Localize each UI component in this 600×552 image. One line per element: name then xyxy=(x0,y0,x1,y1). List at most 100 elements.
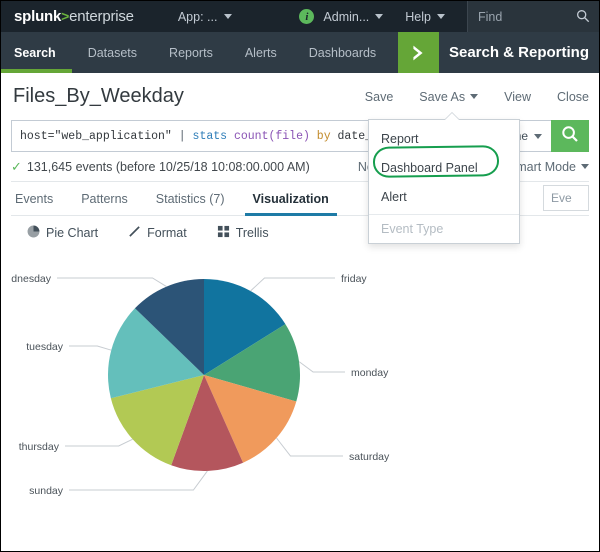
format-button[interactable]: Format xyxy=(128,225,187,241)
splunk-search-window: splunk>enterprise App: ... i Admin... He… xyxy=(0,0,600,552)
leader-line-thursday xyxy=(65,438,133,447)
app-selector-label: App: ... xyxy=(177,9,218,24)
chart-type-label: Pie Chart xyxy=(46,226,99,240)
chevron-down-icon xyxy=(375,14,384,19)
run-search-button[interactable] xyxy=(551,120,589,152)
query-token-source: host="web_application" xyxy=(20,129,172,143)
format-label: Format xyxy=(147,226,187,240)
query-token-function: count(file) xyxy=(233,129,310,143)
leader-line-friday xyxy=(250,277,335,292)
menu-item-dashboard-panel[interactable]: Dashboard Panel xyxy=(369,153,519,182)
logo-chevron-icon: > xyxy=(61,8,70,24)
pie-chart-visualization: friday monday saturday sunday thursday tuesda… xyxy=(11,250,589,505)
menu-item-alert[interactable]: Alert xyxy=(369,182,519,211)
pie-label-monday: monday xyxy=(351,367,389,379)
tab-patterns[interactable]: Patterns xyxy=(67,182,142,215)
pie-chart-icon xyxy=(27,225,40,241)
event-count: ✓ 131,645 events (before 10/25/18 10:08:… xyxy=(11,159,310,175)
menu-item-label: Event Type xyxy=(381,222,444,236)
close-label: Close xyxy=(557,89,589,104)
nav-bar: Search Datasets Reports Alerts Dashboard… xyxy=(1,32,599,73)
leader-line-tuesday xyxy=(69,345,112,351)
title-row: Files_By_Weekday Save Save As View Close xyxy=(1,73,599,120)
menu-item-label: Alert xyxy=(381,189,407,204)
save-button[interactable]: Save xyxy=(365,90,394,104)
app-badge-label: Search & Reporting xyxy=(448,44,589,61)
pie-label-friday: friday xyxy=(341,273,367,285)
app-selector[interactable]: App: ... xyxy=(178,10,233,24)
nav-item-search[interactable]: Search xyxy=(1,32,72,73)
admin-menu[interactable]: Admin... xyxy=(323,9,384,24)
info-icon[interactable]: i xyxy=(299,9,315,24)
query-token-pipe: | xyxy=(178,129,186,143)
chevron-down-icon xyxy=(470,94,479,99)
top-bar-right: i Admin... Help Find xyxy=(299,1,599,32)
nav-label: Datasets xyxy=(87,45,138,60)
tab-label: Statistics (7) xyxy=(155,191,225,206)
nav-item-dashboards[interactable]: Dashboards xyxy=(293,32,392,73)
admin-menu-label: Admin... xyxy=(323,9,370,24)
query-token-command: stats xyxy=(192,129,228,143)
menu-item-label: Report xyxy=(381,131,419,146)
chevron-down-icon xyxy=(224,14,233,19)
pie-chart-svg[interactable]: friday monday saturday sunday thursday tuesda… xyxy=(11,250,589,500)
pie-label-thursday: thursday xyxy=(19,441,60,453)
chevron-down-icon xyxy=(581,164,589,169)
nav-label: Alerts xyxy=(244,45,277,60)
search-mode-selector[interactable]: Smart Mode xyxy=(508,160,589,174)
view-button[interactable]: View xyxy=(504,90,531,104)
nav-item-datasets[interactable]: Datasets xyxy=(72,32,153,73)
trellis-label: Trellis xyxy=(235,226,269,240)
leader-line-monday xyxy=(298,361,345,373)
dropdown-arrow-icon xyxy=(445,113,459,120)
chevron-right-icon xyxy=(397,32,439,73)
find-input-placeholder: Find xyxy=(478,9,503,24)
splunk-logo[interactable]: splunk>enterprise xyxy=(14,8,134,25)
save-as-button[interactable]: Save As xyxy=(419,89,479,104)
pie-label-tuesday: tuesday xyxy=(26,341,64,353)
nav-item-alerts[interactable]: Alerts xyxy=(229,32,293,73)
chevron-down-icon xyxy=(437,14,445,19)
logo-text-enterprise: enterprise xyxy=(69,8,134,25)
nav-label: Reports xyxy=(169,45,213,60)
tab-label: Visualization xyxy=(252,191,329,206)
pie-label-wednesday: wednesday xyxy=(11,273,52,285)
tab-label: Events xyxy=(15,191,54,206)
nav-label: Dashboards xyxy=(308,45,377,60)
leader-line-saturday xyxy=(276,437,343,457)
checkmark-icon: ✓ xyxy=(11,158,22,174)
find-input[interactable]: Find xyxy=(467,1,599,32)
view-label: View xyxy=(504,89,532,104)
pie-label-sunday: sunday xyxy=(29,485,64,497)
menu-item-label: Dashboard Panel xyxy=(381,160,478,175)
chevron-down-icon xyxy=(534,133,542,139)
save-as-dropdown-menu: Report Dashboard Panel Alert Event Type xyxy=(368,113,520,244)
logo-text-splunk: splunk xyxy=(14,8,62,25)
pie-label-saturday: saturday xyxy=(349,451,390,463)
save-as-label: Save As xyxy=(419,89,466,104)
pencil-icon xyxy=(128,225,141,241)
help-menu-label: Help xyxy=(405,9,431,24)
leader-line-wednesday xyxy=(57,277,167,288)
close-button[interactable]: Close xyxy=(557,90,589,104)
search-icon xyxy=(576,9,590,28)
tab-events[interactable]: Events xyxy=(11,182,67,215)
save-label: Save xyxy=(364,89,394,104)
tab-label: Patterns xyxy=(81,191,128,206)
magnifier-icon xyxy=(561,125,579,148)
help-menu[interactable]: Help xyxy=(405,10,445,24)
grid-icon xyxy=(217,225,230,241)
trellis-button[interactable]: Trellis xyxy=(217,225,269,241)
event-actions-label: Eve xyxy=(551,191,572,205)
nav-label: Search xyxy=(14,45,56,60)
chart-type-selector[interactable]: Pie Chart xyxy=(27,225,98,241)
query-token-by: by xyxy=(316,129,331,143)
tab-statistics[interactable]: Statistics (7) xyxy=(142,182,239,215)
page-title: Files_By_Weekday xyxy=(13,85,184,107)
app-badge[interactable]: Search & Reporting xyxy=(397,32,599,73)
menu-item-report[interactable]: Report xyxy=(369,124,519,153)
nav-item-reports[interactable]: Reports xyxy=(153,32,229,73)
menu-item-event-type: Event Type xyxy=(369,214,519,243)
event-actions-field[interactable]: Eve xyxy=(543,185,589,211)
tab-visualization[interactable]: Visualization xyxy=(239,182,343,216)
